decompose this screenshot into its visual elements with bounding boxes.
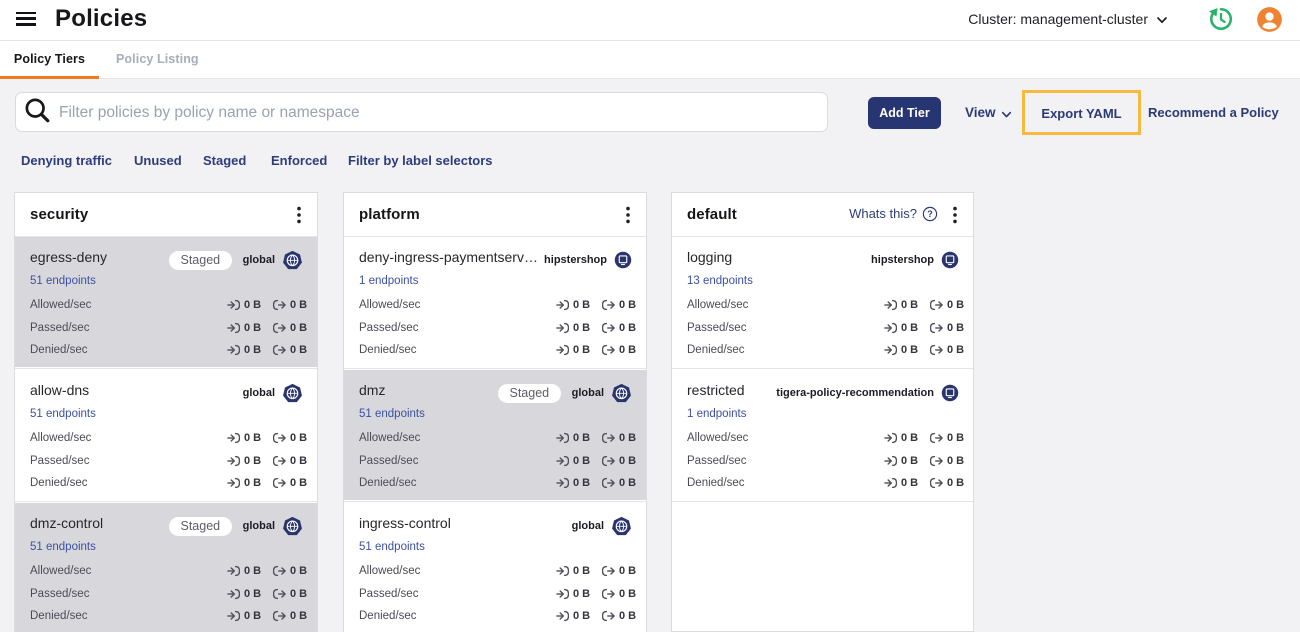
- svg-text:?: ?: [927, 209, 933, 219]
